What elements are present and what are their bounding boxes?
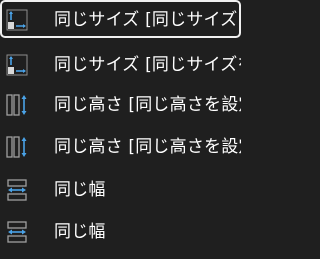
- size-menu: 同じサイズ [同じサイズを設定] 同じサイズ [同じサイズを設定]: [0, 0, 241, 259]
- menu-item-same-height[interactable]: 同じ高さ [同じ高さを設定]: [0, 85, 241, 123]
- same-width-icon: [6, 221, 28, 243]
- menu-item-same-size[interactable]: 同じサイズ [同じサイズを設定]: [0, 45, 241, 83]
- same-width-icon: [6, 179, 28, 201]
- menu-item-label: 同じサイズ [同じサイズを設定]: [54, 55, 241, 75]
- menu-item-label: 同じサイズ [同じサイズを設定]: [54, 10, 239, 30]
- menu-item-same-width[interactable]: 同じ幅: [0, 170, 241, 208]
- same-height-icon: [6, 136, 28, 158]
- same-size-icon: [6, 54, 28, 76]
- menu-item-same-size[interactable]: 同じサイズ [同じサイズを設定]: [0, 0, 241, 38]
- menu-item-label: 同じ高さ [同じ高さを設定]: [54, 137, 241, 157]
- menu-item-label: 同じ幅: [54, 222, 106, 242]
- menu-item-label: 同じ幅: [54, 180, 106, 200]
- same-height-icon: [6, 94, 28, 116]
- same-size-icon: [6, 9, 28, 31]
- menu-item-same-width[interactable]: 同じ幅: [0, 212, 241, 250]
- menu-item-label: 同じ高さ [同じ高さを設定]: [54, 95, 241, 115]
- menu-item-same-height[interactable]: 同じ高さ [同じ高さを設定]: [0, 127, 241, 165]
